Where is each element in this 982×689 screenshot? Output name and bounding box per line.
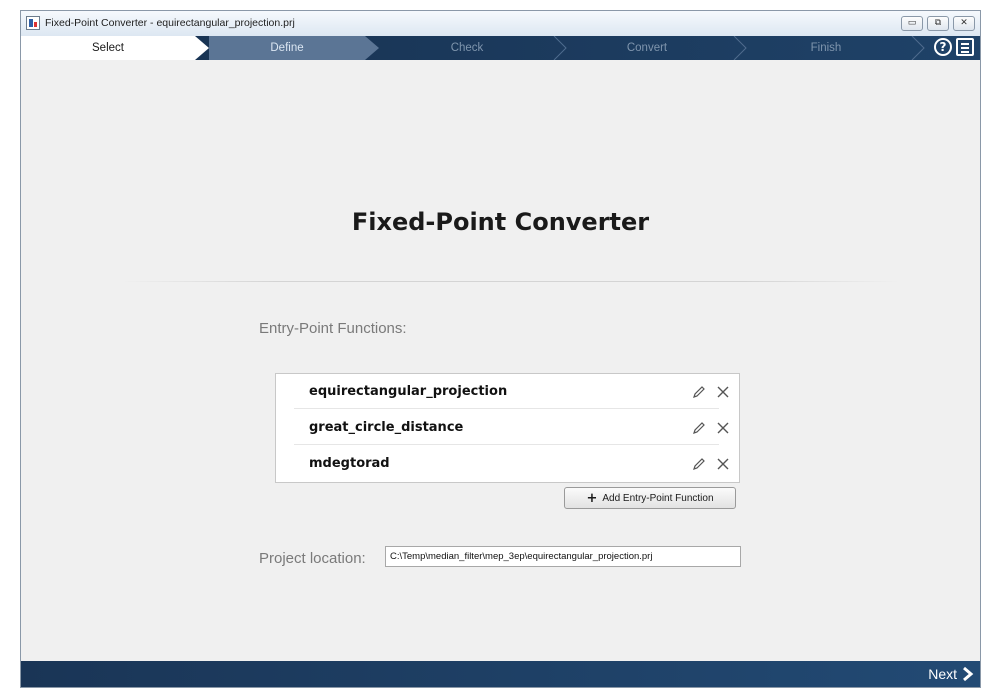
close-button[interactable]: ✕ (953, 16, 975, 31)
pencil-icon[interactable] (691, 456, 707, 472)
row-separator (294, 408, 719, 409)
row-separator (294, 444, 719, 445)
list-item: mdegtorad (276, 446, 739, 481)
add-entry-point-label: Add Entry-Point Function (602, 492, 714, 504)
menu-icon[interactable] (956, 38, 974, 56)
next-label: Next (928, 666, 957, 682)
app-window: Fixed-Point Converter - equirectangular_… (20, 10, 981, 688)
app-icon (26, 16, 40, 30)
pencil-icon[interactable] (691, 384, 707, 400)
entry-point-name: great_circle_distance (309, 420, 464, 435)
close-icon[interactable] (715, 420, 731, 436)
divider (121, 281, 900, 282)
step-finish[interactable]: Finish (741, 36, 911, 60)
step-convert[interactable]: Convert (561, 36, 733, 60)
step-select[interactable]: Select (21, 36, 195, 60)
add-entry-point-button[interactable]: + Add Entry-Point Function (564, 487, 736, 509)
workflow-bar: Select Define Check Convert Finish ? (21, 36, 980, 60)
close-icon[interactable] (715, 384, 731, 400)
close-icon[interactable] (715, 456, 731, 472)
entry-points-label: Entry-Point Functions: (259, 320, 407, 337)
list-item: equirectangular_projection (276, 374, 739, 409)
window-controls: ▭ ⧉ ✕ (901, 16, 975, 31)
step-arrow (365, 36, 379, 60)
pencil-icon[interactable] (691, 420, 707, 436)
next-button[interactable]: Next (928, 664, 974, 684)
chevron-right-icon (963, 666, 974, 682)
page-title: Fixed-Point Converter (351, 208, 650, 236)
title-bar: Fixed-Point Converter - equirectangular_… (21, 11, 980, 37)
bottom-bar: Next (21, 661, 980, 687)
project-location-label: Project location: (259, 550, 366, 567)
step-define[interactable]: Define (209, 36, 365, 60)
plus-icon: + (586, 490, 598, 506)
step-chevron-icon (911, 36, 925, 60)
entry-point-name: mdegtorad (309, 456, 390, 471)
step-check[interactable]: Check (381, 36, 553, 60)
window-title: Fixed-Point Converter - equirectangular_… (45, 17, 295, 29)
entry-point-list: equirectangular_projection great_circle_… (275, 373, 740, 483)
help-icon[interactable]: ? (934, 38, 952, 56)
project-location-field[interactable]: C:\Temp\median_filter\mep_3ep\equirectan… (385, 546, 741, 567)
step-arrow (195, 36, 209, 60)
list-item: great_circle_distance (276, 410, 739, 445)
workflow-icons: ? (934, 38, 974, 56)
restore-button[interactable]: ⧉ (927, 16, 949, 31)
entry-point-name: equirectangular_projection (309, 384, 508, 399)
minimize-button[interactable]: ▭ (901, 16, 923, 31)
